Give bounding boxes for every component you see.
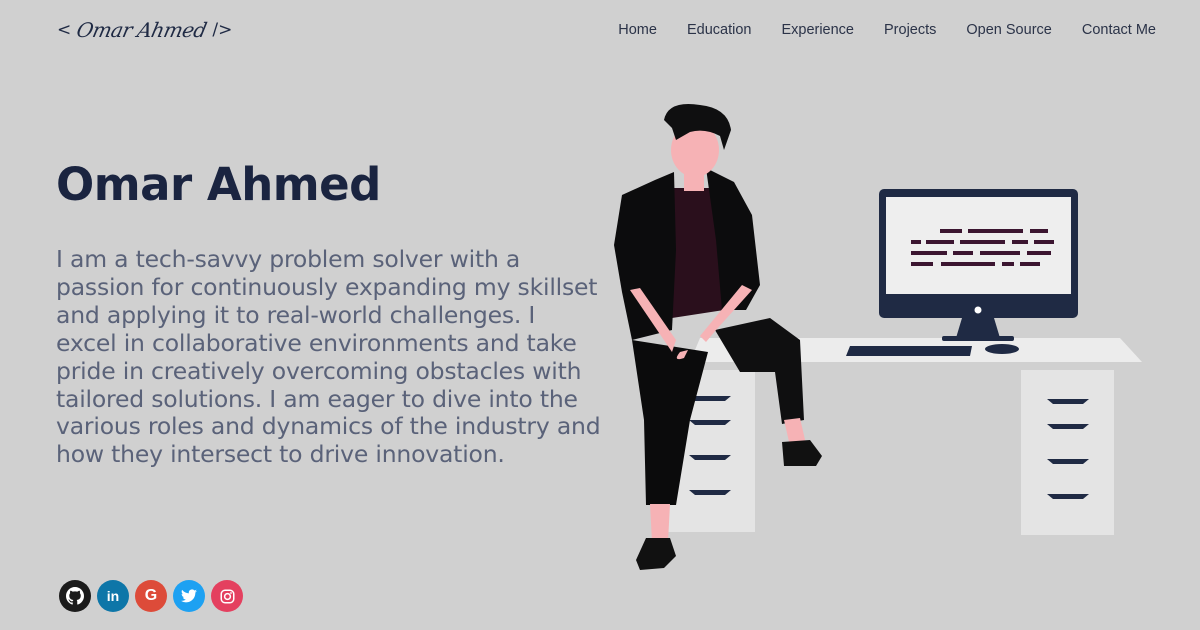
hero-illustration — [614, 104, 1142, 570]
social-links: in G — [59, 580, 243, 612]
twitter-icon — [181, 589, 197, 603]
google-icon: G — [144, 587, 158, 604]
google-button[interactable]: G — [135, 580, 167, 612]
github-icon — [66, 587, 84, 605]
keyboard-icon — [846, 346, 972, 356]
nav-contact-me[interactable]: Contact Me — [1082, 20, 1156, 40]
instagram-icon — [220, 589, 234, 603]
logo-close-bracket: /> — [212, 20, 233, 40]
nav-education[interactable]: Education — [687, 20, 752, 40]
logo-signature: Omar Ahmed — [74, 18, 209, 42]
site-logo[interactable]: < Omar Ahmed /> — [57, 16, 232, 44]
mouse-icon — [985, 344, 1019, 354]
hero-name: Omar Ahmed — [56, 158, 381, 211]
linkedin-button[interactable]: in — [97, 580, 129, 612]
nav-projects[interactable]: Projects — [884, 20, 936, 40]
logo-open-bracket: < — [57, 20, 72, 40]
main-nav: Home Education Experience Projects Open … — [618, 20, 1156, 40]
twitter-button[interactable] — [173, 580, 205, 612]
linkedin-icon: in — [106, 588, 120, 604]
desk-drawer-right — [1021, 370, 1114, 535]
instagram-button[interactable] — [211, 580, 243, 612]
nav-home[interactable]: Home — [618, 20, 657, 40]
nav-open-source[interactable]: Open Source — [966, 20, 1051, 40]
hero-bio: I am a tech-savvy problem solver with a … — [56, 245, 601, 469]
nav-experience[interactable]: Experience — [781, 20, 854, 40]
github-button[interactable] — [59, 580, 91, 612]
